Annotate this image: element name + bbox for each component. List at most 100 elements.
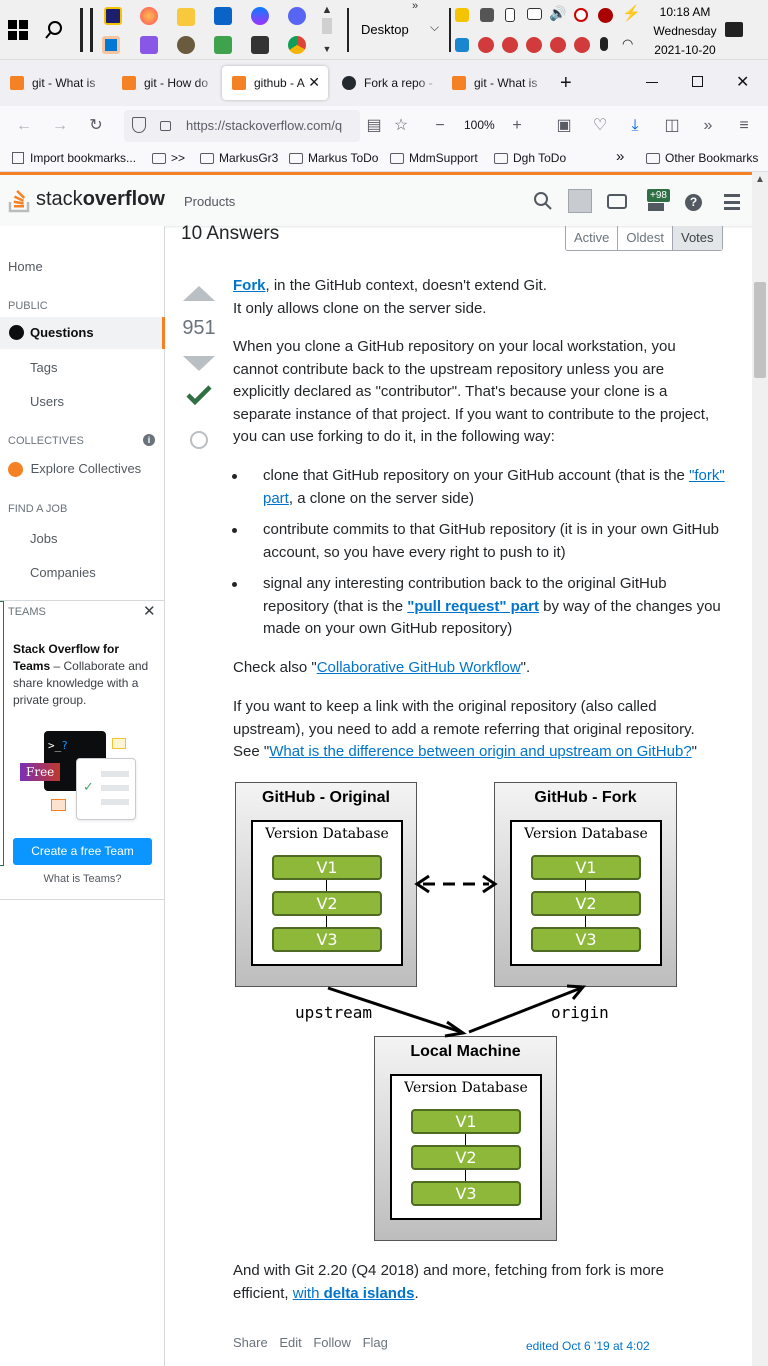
nav-home[interactable]: Home bbox=[8, 259, 43, 274]
hamburger-menu-icon[interactable]: ≡ bbox=[732, 114, 756, 138]
usb-icon[interactable] bbox=[505, 8, 515, 22]
bookmark-folder[interactable]: >> bbox=[152, 151, 185, 165]
origin-upstream-link[interactable]: What is the difference between origin an… bbox=[269, 743, 691, 760]
zoom-out-icon[interactable]: − bbox=[428, 114, 452, 138]
app-icon[interactable] bbox=[104, 7, 122, 25]
what-is-teams-link[interactable]: What is Teams? bbox=[0, 873, 165, 885]
upvote-icon[interactable] bbox=[183, 286, 215, 301]
close-tab-icon[interactable]: ✕ bbox=[308, 74, 320, 91]
restore-icon[interactable] bbox=[692, 76, 703, 87]
tray-app-icon[interactable] bbox=[480, 8, 494, 22]
pocket-icon[interactable]: ♡ bbox=[588, 114, 612, 138]
info-icon[interactable]: i bbox=[143, 434, 155, 446]
browser-tab[interactable]: Fork a repo - bbox=[332, 66, 440, 100]
reputation-badge[interactable]: +98 bbox=[647, 189, 670, 202]
shield-icon[interactable] bbox=[132, 117, 146, 133]
desktop-toolbar[interactable]: Desktop bbox=[361, 22, 409, 37]
new-tab-button[interactable]: + bbox=[560, 72, 572, 95]
vscode-icon[interactable] bbox=[102, 36, 120, 54]
forward-icon[interactable]: → bbox=[48, 114, 72, 138]
system-clock[interactable]: 10:18 AM Wednesday 2021-10-20 bbox=[650, 3, 720, 60]
bookmark-folder[interactable]: MarkusGr3 bbox=[200, 151, 278, 165]
notification-icon[interactable] bbox=[725, 22, 743, 37]
back-icon[interactable]: ← bbox=[12, 114, 36, 138]
zoom-level[interactable]: 100% bbox=[464, 118, 495, 132]
overflow-chevron-icon[interactable]: » bbox=[696, 114, 720, 138]
bookmark-item[interactable]: Import bookmarks... bbox=[12, 151, 136, 165]
download-icon[interactable]: ⤓ bbox=[623, 114, 647, 138]
scrollbar-thumb[interactable] bbox=[754, 282, 766, 378]
nav-tags[interactable]: Tags bbox=[30, 360, 57, 375]
taskbar-scroll-track[interactable] bbox=[322, 18, 332, 34]
tray-app-icon[interactable] bbox=[598, 8, 613, 23]
nav-users[interactable]: Users bbox=[30, 394, 64, 409]
tray-app-icon[interactable] bbox=[478, 37, 494, 53]
scroll-up-icon[interactable]: ▲ bbox=[755, 174, 765, 185]
scroll-up-icon[interactable]: ▲ bbox=[320, 4, 334, 18]
gimp-icon[interactable] bbox=[177, 36, 195, 54]
sort-oldest[interactable]: Oldest bbox=[618, 226, 673, 250]
tray-app-icon[interactable] bbox=[574, 8, 588, 22]
minimize-icon[interactable] bbox=[646, 82, 658, 83]
tray-app-icon[interactable] bbox=[455, 8, 469, 22]
bookmark-folder[interactable]: Dgh ToDo bbox=[494, 151, 566, 165]
reload-icon[interactable]: ↻ bbox=[84, 114, 108, 138]
messenger-icon[interactable] bbox=[251, 7, 269, 25]
tray-app-icon[interactable] bbox=[550, 37, 566, 53]
browser-tab[interactable]: git - What is bbox=[442, 66, 550, 100]
help-icon[interactable]: ? bbox=[685, 194, 702, 211]
paint-icon[interactable] bbox=[214, 36, 232, 54]
inbox-icon[interactable] bbox=[607, 194, 627, 209]
follow-link[interactable]: Follow bbox=[313, 1335, 351, 1350]
discord-icon[interactable] bbox=[288, 7, 306, 25]
collaborative-workflow-link[interactable]: Collaborative GitHub Workflow bbox=[317, 659, 521, 676]
reader-view-icon[interactable]: ▤ bbox=[362, 114, 386, 138]
avatar[interactable] bbox=[568, 189, 592, 213]
bookmark-star-icon[interactable]: ☆ bbox=[389, 114, 413, 138]
close-window-icon[interactable]: ✕ bbox=[736, 72, 749, 92]
sort-votes[interactable]: Votes bbox=[672, 226, 722, 250]
lightning-icon[interactable]: ⚡ bbox=[622, 4, 641, 22]
wifi-icon[interactable]: ◠ bbox=[622, 36, 633, 52]
bookmark-folder[interactable]: MdmSupport bbox=[390, 151, 478, 165]
search-icon[interactable] bbox=[44, 20, 64, 40]
browser-tab[interactable]: git - What is bbox=[0, 66, 110, 100]
tray-app-icon[interactable] bbox=[574, 37, 590, 53]
url-text[interactable]: https://stackoverflow.com/q bbox=[186, 118, 356, 133]
nav-jobs[interactable]: Jobs bbox=[30, 531, 57, 546]
flag-link[interactable]: Flag bbox=[363, 1335, 388, 1350]
printer-icon[interactable] bbox=[251, 36, 269, 54]
tray-app-icon[interactable] bbox=[455, 38, 469, 52]
file-explorer-icon[interactable] bbox=[177, 8, 195, 26]
visual-studio-icon[interactable] bbox=[140, 36, 158, 54]
stackoverflow-logo[interactable]: stack overflow bbox=[8, 185, 165, 213]
pull-request-link[interactable]: "pull request" part bbox=[407, 598, 539, 615]
zoom-in-icon[interactable]: + bbox=[505, 114, 529, 138]
tray-app-icon[interactable] bbox=[502, 37, 518, 53]
windows-start-icon[interactable] bbox=[8, 20, 28, 40]
site-switcher-icon[interactable] bbox=[724, 194, 740, 210]
edited-timestamp[interactable]: edited Oct 6 '19 at 4:02 bbox=[526, 1335, 650, 1358]
monitor-icon[interactable] bbox=[527, 8, 542, 20]
browser-tab-active[interactable]: github - A ✕ bbox=[222, 66, 328, 100]
microphone-icon[interactable] bbox=[600, 37, 608, 51]
create-team-button[interactable]: Create a free Team bbox=[13, 838, 152, 865]
page-scrollbar[interactable]: ▲ bbox=[752, 172, 768, 1366]
chevron-down-icon[interactable]: ⌵ bbox=[430, 20, 439, 35]
products-menu[interactable]: Products bbox=[184, 194, 235, 209]
volume-icon[interactable]: 🔊 bbox=[549, 5, 566, 22]
sort-active[interactable]: Active bbox=[566, 226, 619, 250]
achievements-icon[interactable] bbox=[648, 203, 664, 211]
history-icon[interactable] bbox=[190, 431, 208, 449]
sidebar-toggle-icon[interactable]: ◫ bbox=[660, 114, 684, 138]
outlook-icon[interactable] bbox=[214, 7, 232, 25]
firefox-icon[interactable] bbox=[140, 7, 158, 25]
url-bar[interactable]: https://stackoverflow.com/q bbox=[124, 110, 360, 142]
downvote-icon[interactable] bbox=[183, 356, 215, 371]
nav-questions[interactable]: Questions bbox=[0, 317, 165, 349]
tray-app-icon[interactable] bbox=[526, 37, 542, 53]
browser-tab[interactable]: git - How do bbox=[112, 66, 220, 100]
chevron-right-icon[interactable]: » bbox=[412, 0, 418, 12]
lock-icon[interactable] bbox=[160, 121, 171, 131]
bookmark-folder[interactable]: Other Bookmarks bbox=[646, 151, 758, 165]
